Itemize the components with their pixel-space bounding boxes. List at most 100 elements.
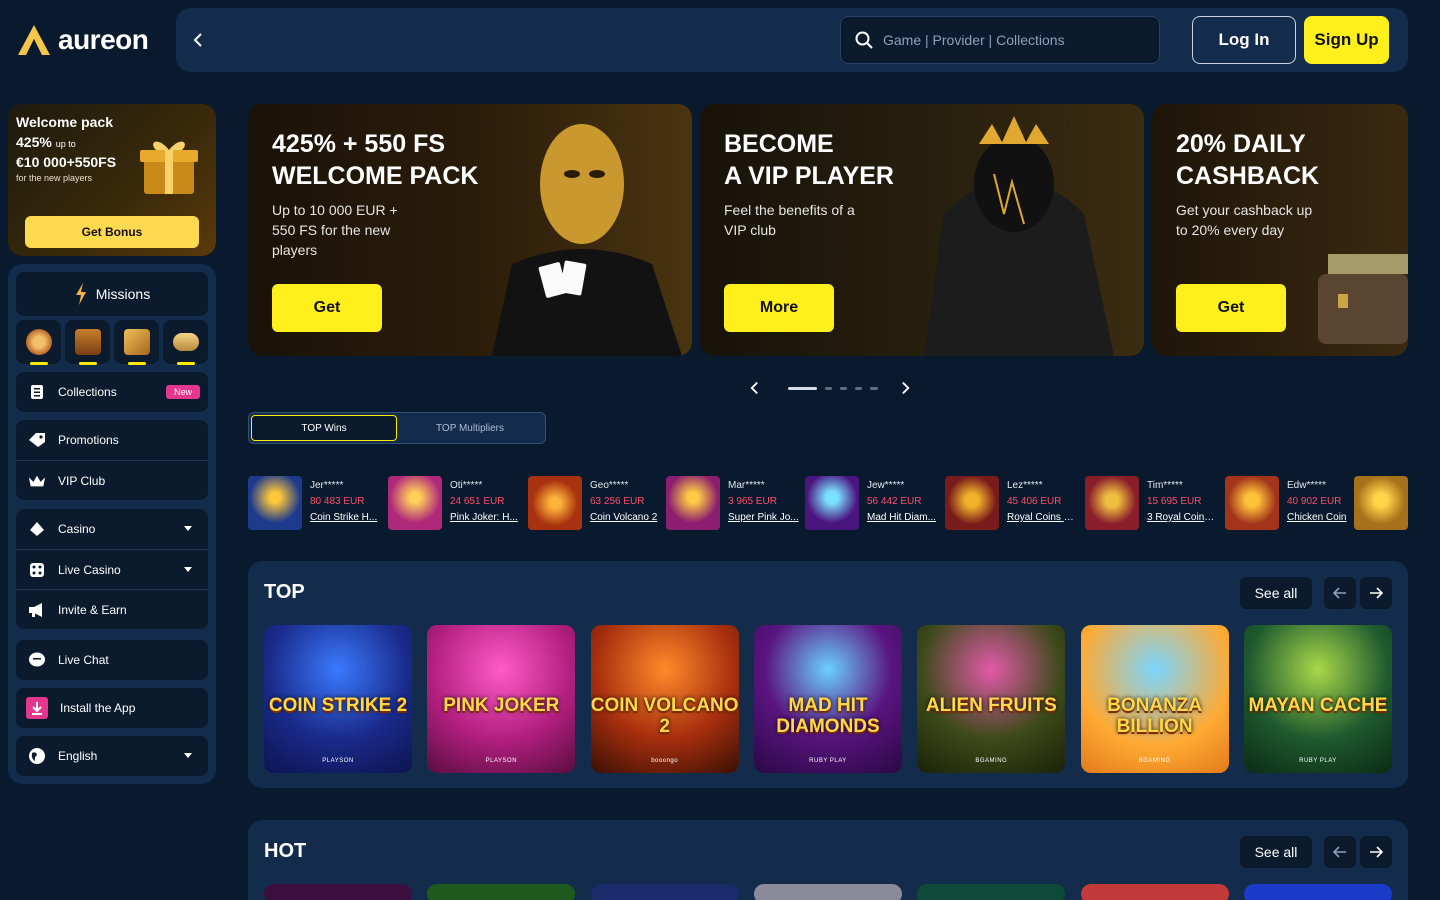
wins-tabs: TOP Wins TOP Multipliers [248, 412, 546, 444]
win-amount: 24 651 EUR [450, 496, 505, 507]
search-box[interactable] [840, 16, 1160, 64]
win-item[interactable]: Jew***** 56 442 EUR Mad Hit Diam... [805, 476, 939, 530]
win-item[interactable]: Lez***** 45 406 EUR Royal Coins 2:... [945, 476, 1079, 530]
win-item[interactable]: Edw***** 40 902 EUR Chicken Coin [1225, 476, 1359, 530]
game-card[interactable] [1243, 884, 1392, 900]
carousel-dot[interactable] [855, 386, 863, 390]
win-item[interactable]: Mar***** 3 965 EUR Super Pink Jo... [666, 476, 800, 530]
game-card[interactable] [264, 884, 412, 900]
win-item[interactable]: Geo***** 63 256 EUR Coin Volcano 2 [528, 476, 662, 530]
sidebar-item-live-casino[interactable]: Live Casino [16, 549, 208, 589]
banner-get-button[interactable]: Get [272, 284, 382, 332]
win-user: Tim***** [1147, 480, 1183, 491]
signup-button[interactable]: Sign Up [1304, 16, 1389, 64]
win-item[interactable]: Tim***** 15 695 EUR 3 Royal Coins:... [1085, 476, 1219, 530]
win-game[interactable]: Coin Strike H... [310, 510, 382, 526]
king-image [924, 116, 1114, 356]
win-item[interactable]: Oti***** 24 651 EUR Pink Joker: H... [388, 476, 522, 530]
mission-gamepad[interactable] [163, 320, 208, 365]
banner-text: Up to 10 000 EUR + 550 FS for the new pl… [272, 202, 398, 258]
missions-button[interactable]: Missions [16, 272, 208, 316]
tab-top-wins[interactable]: TOP Wins [251, 415, 397, 441]
tab-top-multipliers[interactable]: TOP Multipliers [397, 415, 543, 441]
carousel-dot[interactable] [824, 386, 832, 390]
carousel-dot[interactable] [787, 386, 817, 390]
hot-games-section: HOT See all [248, 820, 1408, 900]
banner-vip[interactable]: BECOME A VIP PLAYER Feel the benefits of … [700, 104, 1144, 356]
banner-cashback[interactable]: 20% DAILY CASHBACK Get your cashback up t… [1152, 104, 1408, 356]
win-game[interactable]: Pink Joker: H... [450, 510, 522, 526]
language-selector[interactable]: English [16, 736, 208, 776]
carousel-dot[interactable] [870, 386, 878, 390]
win-game[interactable]: Mad Hit Diam... [867, 510, 939, 526]
game-title: Coin Strike 2 [268, 695, 408, 716]
get-bonus-button[interactable]: Get Bonus [25, 216, 199, 248]
win-user: Jer***** [310, 480, 344, 491]
sidebar-item-vip-club[interactable]: VIP Club [16, 460, 208, 500]
logo[interactable]: aureon [16, 22, 161, 58]
collapse-sidebar-button[interactable] [184, 25, 214, 55]
game-card[interactable]: Alien Fruits BGAMING [917, 625, 1066, 773]
sidebar-item-promotions[interactable]: Promotions [16, 420, 208, 460]
chevron-left-icon[interactable] [750, 381, 759, 395]
game-title: Mayan Cache [1248, 695, 1388, 716]
game-card[interactable] [590, 884, 739, 900]
login-button[interactable]: Log In [1192, 16, 1296, 64]
win-game[interactable]: Super Pink Jo... [728, 510, 800, 526]
game-thumbnail [528, 476, 582, 530]
win-game[interactable]: Royal Coins 2:... [1007, 510, 1079, 526]
win-amount: 56 442 EUR [867, 496, 922, 507]
mission-box[interactable] [114, 320, 159, 365]
sidebar-item-invite-earn[interactable]: Invite & Earn [16, 589, 208, 629]
scroll-left-button[interactable] [1324, 836, 1356, 868]
chevron-right-icon[interactable] [901, 381, 910, 395]
banner-get-button[interactable]: Get [1176, 284, 1286, 332]
game-thumbnail [805, 476, 859, 530]
gift-icon [140, 141, 198, 194]
banner-title: 20% DAILY CASHBACK [1176, 130, 1320, 190]
chevron-down-icon [184, 753, 192, 758]
section-title: TOP [264, 581, 305, 603]
game-card[interactable] [753, 884, 902, 900]
sidebar-item-label: Install the App [60, 701, 136, 715]
game-card[interactable]: Bonanza Billion BGAMING [1080, 625, 1229, 773]
scroll-right-button[interactable] [1360, 577, 1392, 609]
sidebar-item-collections[interactable]: Collections New [16, 372, 208, 412]
nav-group-collections: Collections New [16, 372, 208, 412]
win-game[interactable]: 3 Royal Coins:... [1147, 510, 1219, 526]
section-title: HOT [264, 840, 307, 862]
game-card[interactable]: Pink Joker PLAYSON [427, 625, 576, 773]
arrow-right-icon [1370, 587, 1383, 599]
arrow-left-icon [1333, 587, 1346, 599]
mission-chest[interactable] [65, 320, 110, 365]
game-card[interactable]: Mad Hit Diamonds RUBY PLAY [753, 625, 902, 773]
chat-icon [28, 651, 46, 669]
mission-wheel[interactable] [16, 320, 61, 365]
game-card[interactable]: Mayan Cache RUBY PLAY [1243, 625, 1392, 773]
nav-group-live-chat: Live Chat [16, 640, 208, 680]
win-game[interactable]: Chicken Coin [1287, 510, 1359, 526]
gamepad-icon [172, 333, 199, 351]
games-row [264, 884, 1392, 900]
welcome-pack-card: Welcome pack 425% up to €10 000+550FS fo… [8, 104, 216, 256]
scroll-left-button[interactable] [1324, 577, 1356, 609]
banner-more-button[interactable]: More [724, 284, 834, 332]
game-card[interactable] [917, 884, 1066, 900]
wheel-icon [25, 329, 52, 355]
banner-welcome-pack[interactable]: 425% + 550 FS WELCOME PACK Up to 10 000 E… [248, 104, 692, 356]
win-item[interactable] [1354, 476, 1408, 530]
win-game[interactable]: Coin Volcano 2 [590, 510, 662, 526]
see-all-button[interactable]: See all [1240, 836, 1312, 868]
sidebar-item-install-app[interactable]: Install the App [16, 688, 208, 728]
sidebar-item-live-chat[interactable]: Live Chat [16, 640, 208, 680]
scroll-right-button[interactable] [1360, 836, 1392, 868]
game-card[interactable]: Coin Volcano 2 booongo [590, 625, 739, 773]
game-card[interactable] [1080, 884, 1229, 900]
see-all-button[interactable]: See all [1240, 577, 1312, 609]
win-item[interactable]: Jer***** 80 483 EUR Coin Strike H... [248, 476, 382, 530]
sidebar-item-casino[interactable]: Casino [16, 509, 208, 549]
game-card[interactable]: Coin Strike 2 PLAYSON [264, 625, 412, 773]
search-input[interactable] [883, 32, 1143, 48]
carousel-dot[interactable] [839, 386, 848, 390]
game-card[interactable] [427, 884, 576, 900]
